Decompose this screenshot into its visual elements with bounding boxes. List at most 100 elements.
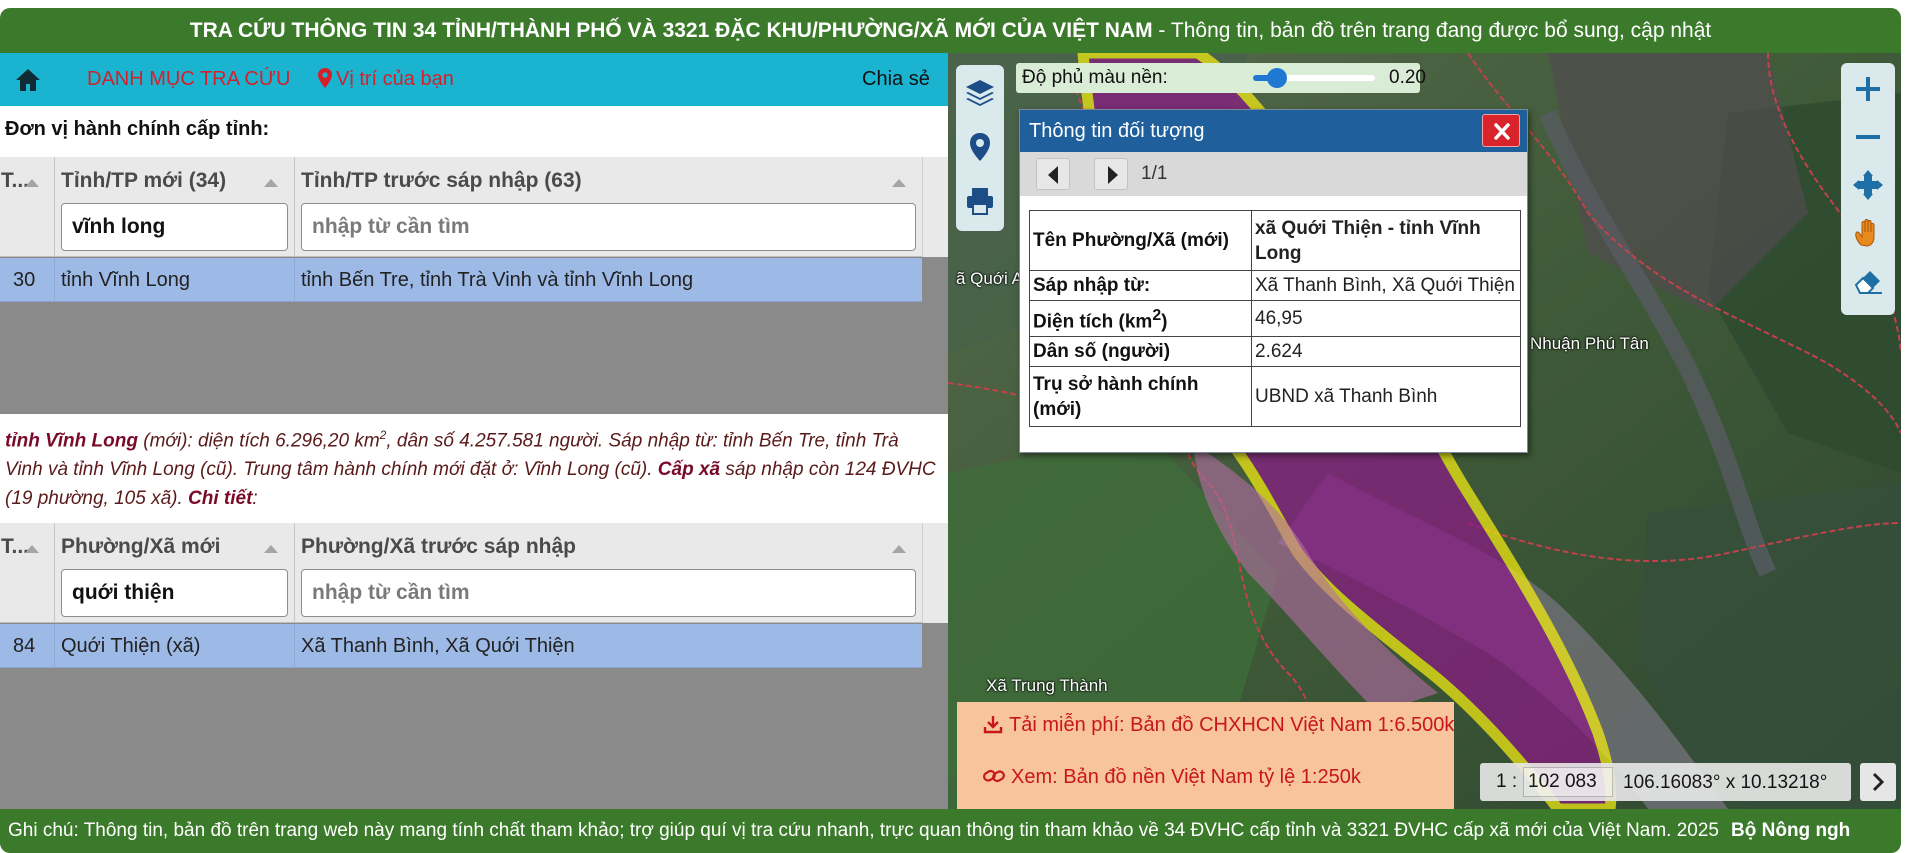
base-map-view-label: Xem: Bản đồ nền Việt Nam tỷ lệ 1:250k xyxy=(1011,766,1361,788)
info-key-tail: ) xyxy=(1161,311,1168,333)
table-row: Dân số (người) 2.624 xyxy=(1029,336,1521,368)
popup-pager: 1/1 xyxy=(1020,152,1527,196)
footer-note: Ghi chú: Thông tin, bản đồ trên trang we… xyxy=(8,820,1720,841)
info-key-area: Diện tích (km2) xyxy=(1029,299,1252,338)
info-key-sup: 2 xyxy=(1152,307,1162,324)
info-value: Xã Thanh Bình, Xã Quới Thiện xyxy=(1251,270,1521,301)
nav-bar: DANH MỤC TRA CỨU Vị trí của bạn Chia sẻ xyxy=(0,53,948,106)
filter-old-province-input[interactable] xyxy=(301,203,916,251)
column-divider xyxy=(294,523,295,623)
row-stt: 84 xyxy=(13,635,36,657)
page-counter: 1/1 xyxy=(1141,163,1168,184)
map-view[interactable]: ã Quới A Nhuận Phú Tân Xã Trung Thành Độ… xyxy=(948,53,1901,809)
row-new-province: tỉnh Vĩnh Long xyxy=(61,269,190,291)
scale-prefix: 1 : xyxy=(1496,771,1518,792)
province-summary: tỉnh Vĩnh Long (mới): diện tích 6.296,20… xyxy=(5,421,940,513)
province-section-title: Đơn vị hành chính cấp tỉnh: xyxy=(5,118,270,140)
info-key: Trụ sở hành chính (mới) xyxy=(1029,366,1252,428)
close-icon[interactable] xyxy=(1482,114,1520,147)
opacity-slider-handle[interactable] xyxy=(1267,68,1288,88)
col-old-province-header[interactable]: Tỉnh/TP trước sáp nhập (63) xyxy=(301,169,582,193)
table-row: Tên Phường/Xã (mới) xã Quới Thiện - tỉnh… xyxy=(1029,210,1521,271)
summary-text-1: (mới): diện tích 6.296,20 km xyxy=(137,430,380,452)
hand-icon[interactable] xyxy=(1850,215,1886,251)
map-pin-icon xyxy=(318,68,332,88)
base-map-view-link[interactable]: Xem: Bản đồ nền Việt Nam tỷ lệ 1:250k xyxy=(983,766,1361,789)
sort-asc-icon[interactable] xyxy=(25,545,39,553)
map-label: Nhuận Phú Tân xyxy=(1530,334,1649,353)
sort-asc-icon[interactable] xyxy=(892,545,906,553)
free-map-download-label: Tải miễn phí: Bản đồ CHXHCN Việt Nam 1:6… xyxy=(1009,714,1455,736)
map-pin-icon[interactable] xyxy=(964,131,996,163)
previous-icon[interactable] xyxy=(1036,158,1070,190)
opacity-slider[interactable] xyxy=(1253,68,1375,88)
table-row: Trụ sở hành chính (mới) UBND xã Thanh Bì… xyxy=(1029,366,1521,428)
summary-province-name: tỉnh Vĩnh Long xyxy=(5,430,138,452)
table-row: Diện tích (km2) 46,95 xyxy=(1029,299,1521,338)
nav-catalog-link[interactable]: DANH MỤC TRA CỨU xyxy=(87,53,290,106)
column-divider xyxy=(294,157,295,257)
summary-detail-label: Chi tiết xyxy=(188,488,253,510)
share-link[interactable]: Chia sẻ xyxy=(862,53,930,106)
nav-location-label: Vị trí của bạn xyxy=(336,68,454,90)
download-panel: Tải miễn phí: Bản đồ CHXHCN Việt Nam 1:6… xyxy=(957,702,1454,809)
zoom-in-icon[interactable] xyxy=(1850,71,1886,107)
info-key-text: Diện tích (km xyxy=(1033,311,1153,333)
layers-icon[interactable] xyxy=(964,77,996,109)
app-frame: TRA CỨU THÔNG TIN 34 TỈNH/THÀNH PHỐ VÀ 3… xyxy=(0,0,1908,853)
row-old-province: tỉnh Bến Tre, tỉnh Trà Vinh và tỉnh Vĩnh… xyxy=(301,269,694,291)
info-value: 46,95 xyxy=(1251,299,1521,338)
commune-grid: T... Phường/Xã mới Phường/Xã trước sáp n… xyxy=(0,523,948,809)
filter-new-commune-input[interactable] xyxy=(61,569,288,617)
map-left-toolbar xyxy=(956,65,1004,231)
eraser-icon[interactable] xyxy=(1850,263,1886,299)
cell-divider xyxy=(294,258,295,302)
info-key: Tên Phường/Xã (mới) xyxy=(1029,210,1252,271)
summary-text-4: : xyxy=(252,488,258,510)
column-divider xyxy=(54,523,55,623)
feature-info-popup: Thông tin đối tượng 1/1 Tên Phường/Xã (m… xyxy=(1019,109,1528,453)
sort-asc-icon[interactable] xyxy=(25,179,39,187)
nav-location-link[interactable]: Vị trí của bạn xyxy=(318,53,454,106)
header-subtitle: - Thông tin, bản đồ trên trang đang được… xyxy=(1152,19,1712,42)
sort-asc-icon[interactable] xyxy=(264,179,278,187)
filter-old-commune-input[interactable] xyxy=(301,569,916,617)
download-icon xyxy=(983,716,1003,734)
province-grid: T... Tỉnh/TP mới (34) Tỉnh/TP trước sáp … xyxy=(0,157,948,414)
column-divider xyxy=(54,157,55,257)
summary-level-label: Cấp xã xyxy=(657,459,721,481)
page-footer: Ghi chú: Thông tin, bản đồ trên trang we… xyxy=(0,809,1901,853)
row-old-commune: Xã Thanh Bình, Xã Quới Thiện xyxy=(301,635,575,657)
pan-arrows-icon[interactable] xyxy=(1850,167,1886,203)
sort-asc-icon[interactable] xyxy=(264,545,278,553)
scale-input[interactable] xyxy=(1523,767,1613,797)
opacity-label: Độ phủ màu nền: xyxy=(1022,67,1168,88)
col-new-province-header[interactable]: Tỉnh/TP mới (34) xyxy=(61,169,226,193)
link-icon xyxy=(983,769,1005,783)
scrollbar-header xyxy=(922,157,948,257)
printer-icon[interactable] xyxy=(964,185,996,217)
chevron-right-icon[interactable] xyxy=(1860,763,1896,801)
table-row: Sáp nhập từ: Xã Thanh Bình, Xã Quới Thiệ… xyxy=(1029,270,1521,301)
filter-new-province-input[interactable] xyxy=(61,203,288,251)
cell-divider xyxy=(294,624,295,668)
col-new-commune-header[interactable]: Phường/Xã mới xyxy=(61,535,220,559)
scale-coordinates-bar: 1 : 106.16083° x 10.13218° xyxy=(1480,763,1851,801)
table-row[interactable]: 84 Quới Thiện (xã) Xã Thanh Bình, Xã Quớ… xyxy=(0,624,922,668)
info-value: 2.624 xyxy=(1251,336,1521,368)
opacity-value: 0.20 xyxy=(1389,67,1426,88)
sort-asc-icon[interactable] xyxy=(892,179,906,187)
commune-grid-header: T... Phường/Xã mới Phường/Xã trước sáp n… xyxy=(0,523,922,623)
free-map-download-link[interactable]: Tải miễn phí: Bản đồ CHXHCN Việt Nam 1:6… xyxy=(983,714,1454,737)
page-header: TRA CỨU THÔNG TIN 34 TỈNH/THÀNH PHỐ VÀ 3… xyxy=(0,8,1901,53)
home-icon[interactable] xyxy=(14,67,42,93)
row-new-commune: Quới Thiện (xã) xyxy=(61,635,201,657)
next-icon[interactable] xyxy=(1094,158,1128,190)
col-old-commune-header[interactable]: Phường/Xã trước sáp nhập xyxy=(301,535,576,559)
info-key: Dân số (người) xyxy=(1029,336,1252,368)
zoom-out-icon[interactable] xyxy=(1850,119,1886,155)
map-right-toolbar xyxy=(1841,63,1895,315)
table-row[interactable]: 30 tỉnh Vĩnh Long tỉnh Bến Tre, tỉnh Trà… xyxy=(0,258,922,302)
map-label: ã Quới A xyxy=(956,269,1023,288)
row-stt: 30 xyxy=(13,269,36,291)
